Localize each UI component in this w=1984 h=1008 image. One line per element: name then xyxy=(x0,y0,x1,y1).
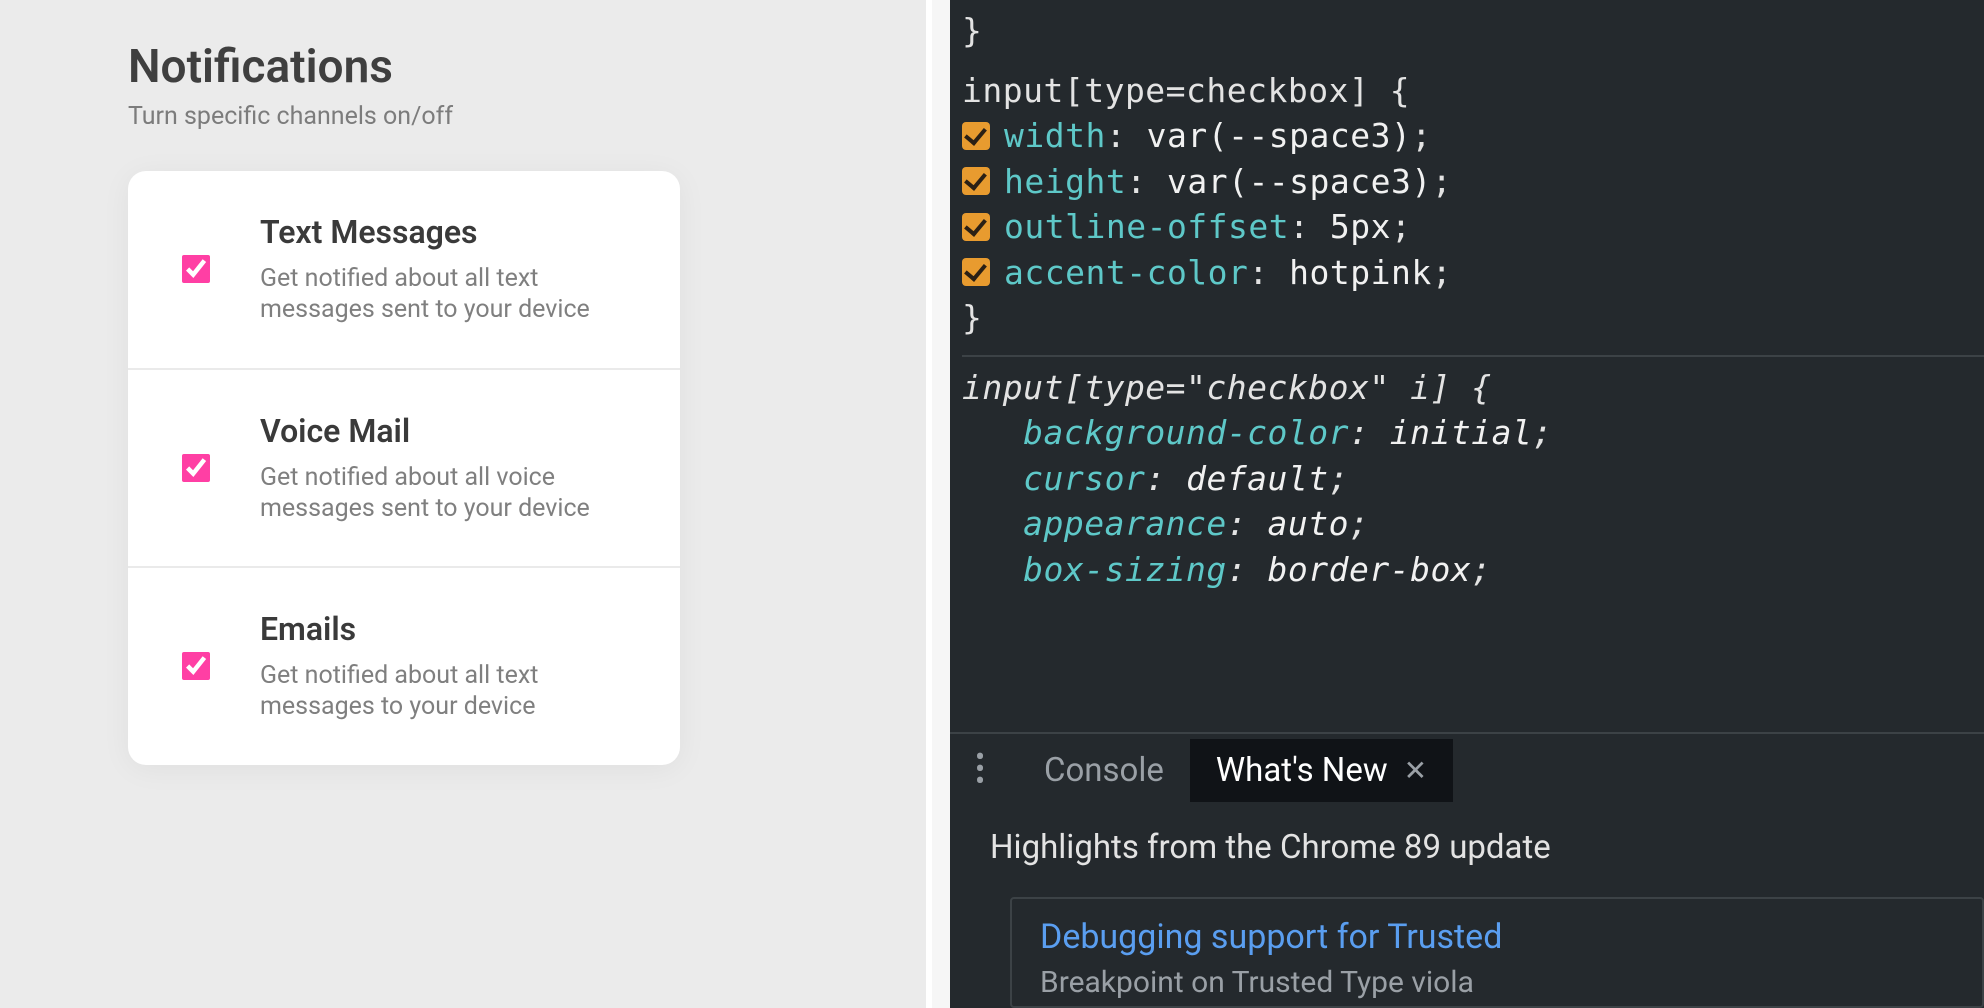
channel-checkbox-voice-mail[interactable] xyxy=(182,454,210,482)
styles-pane[interactable]: } input[type=checkbox] { width: var(--sp… xyxy=(950,0,1984,592)
css-property: cursor xyxy=(1023,459,1145,498)
preview-pane: Notifications Turn specific channels on/… xyxy=(0,0,932,1008)
channel-info: Emails Get notified about all text messa… xyxy=(260,610,630,723)
css-value: auto xyxy=(1268,504,1349,543)
channel-row-emails: Emails Get notified about all text messa… xyxy=(128,568,680,765)
tab-whats-new[interactable]: What's New ✕ xyxy=(1190,739,1453,802)
pane-resizer[interactable] xyxy=(932,0,950,1008)
property-toggle-icon[interactable] xyxy=(962,167,990,195)
close-icon[interactable]: ✕ xyxy=(1404,754,1427,787)
css-property: appearance xyxy=(1023,504,1227,543)
css-value[interactable]: hotpink xyxy=(1289,253,1432,292)
devtools-drawer: ••• Console What's New ✕ Highlights from… xyxy=(950,732,1984,1008)
property-toggle-icon[interactable] xyxy=(962,258,990,286)
kebab-menu-icon[interactable]: ••• xyxy=(960,752,1000,788)
css-value: initial xyxy=(1390,413,1533,452)
channel-info: Text Messages Get notified about all tex… xyxy=(260,213,630,326)
css-property[interactable]: accent-color xyxy=(1004,253,1248,292)
channel-checkbox-text-messages[interactable] xyxy=(182,255,210,283)
whats-new-link[interactable]: Debugging support for Trusted xyxy=(1040,917,1954,957)
drawer-body: Highlights from the Chrome 89 update Deb… xyxy=(950,806,1984,1008)
channel-title: Emails xyxy=(260,610,630,648)
channel-info: Voice Mail Get notified about all voice … xyxy=(260,412,630,525)
css-value[interactable]: var(--space3) xyxy=(1147,116,1412,155)
channel-row-text-messages: Text Messages Get notified about all tex… xyxy=(128,171,680,370)
page-subtitle: Turn specific channels on/off xyxy=(128,102,926,131)
channel-desc: Get notified about all text messages sen… xyxy=(260,263,630,326)
css-value[interactable]: 5px xyxy=(1330,207,1391,246)
css-value: default xyxy=(1186,459,1329,498)
page-title: Notifications xyxy=(128,40,926,94)
channel-checkbox-emails[interactable] xyxy=(182,652,210,680)
channel-title: Text Messages xyxy=(260,213,630,251)
tab-label: What's New xyxy=(1216,751,1388,790)
channel-desc: Get notified about all voice messages se… xyxy=(260,462,630,525)
tab-console[interactable]: Console xyxy=(1018,739,1190,802)
css-property[interactable]: height xyxy=(1004,162,1126,201)
channel-title: Voice Mail xyxy=(260,412,630,450)
app-layout: Notifications Turn specific channels on/… xyxy=(0,0,1984,1008)
rule-divider xyxy=(962,355,1984,357)
property-toggle-icon[interactable] xyxy=(962,213,990,241)
devtools-pane: } input[type=checkbox] { width: var(--sp… xyxy=(950,0,1984,1008)
css-value: border-box xyxy=(1268,550,1472,589)
css-value[interactable]: var(--space3) xyxy=(1167,162,1432,201)
css-property: box-sizing xyxy=(1023,550,1227,589)
channel-row-voice-mail: Voice Mail Get notified about all voice … xyxy=(128,370,680,569)
css-selector-useragent: input[type="checkbox" i] xyxy=(962,368,1451,407)
property-toggle-icon[interactable] xyxy=(962,122,990,150)
css-property: background-color xyxy=(1023,413,1349,452)
drawer-tabstrip: ••• Console What's New ✕ xyxy=(950,734,1984,806)
brace-close: } xyxy=(962,11,982,50)
css-property[interactable]: outline-offset xyxy=(1004,207,1289,246)
whats-new-headline: Highlights from the Chrome 89 update xyxy=(990,828,1984,867)
whats-new-card[interactable]: Debugging support for Trusted Breakpoint… xyxy=(1010,897,1984,1008)
css-property[interactable]: width xyxy=(1004,116,1106,155)
whats-new-subtitle: Breakpoint on Trusted Type viola xyxy=(1040,965,1954,1000)
channel-desc: Get notified about all text messages to … xyxy=(260,660,630,723)
css-selector[interactable]: input[type=checkbox] xyxy=(962,71,1369,110)
channels-card: Text Messages Get notified about all tex… xyxy=(128,171,680,765)
